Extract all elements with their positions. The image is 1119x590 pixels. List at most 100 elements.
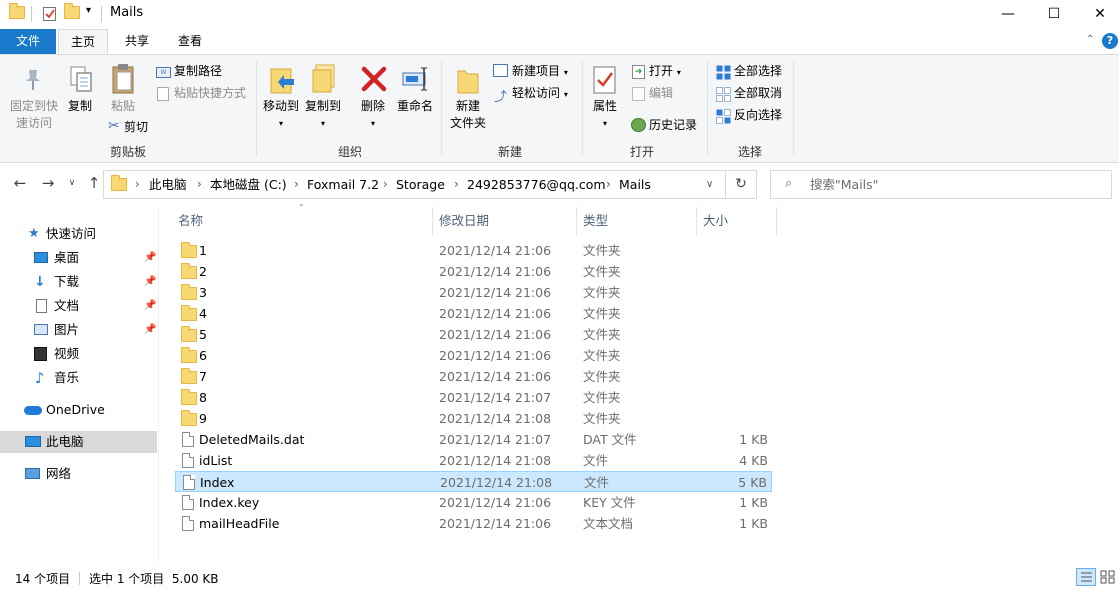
details-view-icon[interactable] (1076, 568, 1096, 586)
file-name: 5 (199, 327, 207, 342)
breadcrumb-chevron-icon[interactable]: › (294, 171, 299, 198)
pin-icon[interactable]: 📌 (144, 271, 156, 293)
new-folder-quick-icon[interactable] (64, 3, 80, 22)
nav-documents[interactable]: 文档 📌 (0, 295, 157, 317)
refresh-button[interactable]: ↻ (726, 170, 757, 199)
copy-to-button[interactable]: 复制到 ▾ (304, 98, 342, 132)
pin-icon[interactable]: 📌 (144, 319, 156, 341)
column-header-size[interactable]: 大小 (703, 212, 728, 232)
column-header-name[interactable]: 名称 (178, 212, 203, 232)
file-row[interactable]: DeletedMails.dat 2021/12/14 21:07 DAT 文件 1 … (175, 429, 772, 450)
pin-icon[interactable]: 📌 (144, 295, 156, 317)
easy-access-button[interactable]: 轻松访问 ▾ (512, 84, 568, 102)
nav-videos[interactable]: 视频 (0, 343, 157, 365)
breadcrumb-local-disk[interactable]: 本地磁盘 (C:) (210, 171, 287, 198)
address-dropdown-chevron-icon[interactable]: ∨ (706, 171, 713, 198)
breadcrumb-this-pc[interactable]: 此电脑 (149, 171, 187, 198)
new-item-button[interactable]: 新建项目 ▾ (512, 62, 568, 80)
pin-quick-access-button[interactable]: 固定到快 速访问 (4, 98, 64, 132)
breadcrumb-chevron-icon[interactable]: › (197, 171, 202, 198)
nav-music[interactable]: ♪ 音乐 (0, 367, 157, 389)
invert-selection-button[interactable]: 反向选择 (734, 106, 782, 124)
back-arrow-icon[interactable]: ← (10, 174, 30, 192)
rename-button[interactable]: 重命名 (395, 98, 435, 115)
select-none-button[interactable]: 全部取消 (734, 84, 782, 102)
collapse-ribbon-icon[interactable]: ⌃ (1086, 34, 1094, 45)
column-divider[interactable] (696, 207, 697, 235)
file-row[interactable]: 3 2021/12/14 21:06 文件夹 (175, 282, 772, 303)
nav-pictures[interactable]: 图片 📌 (0, 319, 157, 341)
nav-this-pc[interactable]: 此电脑 (0, 431, 157, 453)
new-group-label: 新建 (497, 145, 522, 159)
large-icons-view-icon[interactable] (1099, 568, 1117, 586)
copy-icon (68, 65, 94, 98)
nav-desktop[interactable]: 桌面 📌 (0, 247, 157, 269)
file-row[interactable]: Index.key 2021/12/14 21:06 KEY 文件 1 KB (175, 492, 772, 513)
nav-quick-access[interactable]: ★ 快速访问 (0, 223, 157, 245)
column-header-date[interactable]: 修改日期 (439, 212, 489, 232)
new-item-icon (493, 64, 508, 77)
move-to-button[interactable]: 移动到 ▾ (262, 98, 300, 132)
file-row[interactable]: idList 2021/12/14 21:08 文件 4 KB (175, 450, 772, 471)
breadcrumb-account[interactable]: 2492853776@qq.com (467, 171, 606, 198)
column-header-type[interactable]: 类型 (583, 212, 608, 232)
address-box[interactable]: › 此电脑 › 本地磁盘 (C:) › Foxmail 7.2 › Storag… (103, 170, 726, 199)
breadcrumb-storage[interactable]: Storage (396, 171, 445, 198)
file-row[interactable]: 5 2021/12/14 21:06 文件夹 (175, 324, 772, 345)
forward-arrow-icon[interactable]: → (38, 174, 58, 192)
column-divider[interactable] (432, 207, 433, 235)
file-row[interactable]: mailHeadFile 2021/12/14 21:06 文本文档 1 KB (175, 513, 772, 534)
file-row[interactable]: 7 2021/12/14 21:06 文件夹 (175, 366, 772, 387)
file-row[interactable]: 2 2021/12/14 21:06 文件夹 (175, 261, 772, 282)
close-button[interactable]: ✕ (1077, 0, 1119, 28)
edit-button[interactable]: 编辑 (649, 84, 673, 102)
file-size: 4 KB (739, 453, 768, 468)
tab-view[interactable]: 查看 (165, 29, 215, 54)
minimize-button[interactable]: — (985, 0, 1031, 28)
music-note-icon: ♪ (35, 369, 45, 387)
history-button[interactable]: 历史记录 (649, 116, 697, 134)
tab-home[interactable]: 主页 (58, 29, 108, 54)
file-row[interactable]: 8 2021/12/14 21:07 文件夹 (175, 387, 772, 408)
file-row[interactable]: 1 2021/12/14 21:06 文件夹 (175, 240, 772, 261)
up-arrow-icon[interactable]: ↑ (84, 174, 104, 192)
breadcrumb-chevron-icon[interactable]: › (383, 171, 388, 198)
breadcrumb-foxmail[interactable]: Foxmail 7.2 (307, 171, 379, 198)
paste-button[interactable]: 粘贴 (106, 98, 140, 115)
help-icon[interactable]: ? (1102, 33, 1118, 49)
cloud-icon (24, 406, 42, 415)
search-input[interactable]: 搜索"Mails" (810, 171, 878, 198)
file-row[interactable]: Index 2021/12/14 21:08 文件 5 KB (175, 471, 772, 492)
breadcrumb-chevron-icon[interactable]: › (606, 171, 611, 198)
file-date: 2021/12/14 21:07 (439, 432, 552, 447)
select-all-button[interactable]: 全部选择 (734, 62, 782, 80)
pin-icon[interactable]: 📌 (144, 247, 156, 269)
properties-quick-icon[interactable] (42, 6, 58, 22)
breadcrumb-chevron-icon[interactable]: › (135, 171, 140, 198)
column-divider[interactable] (776, 207, 777, 235)
open-button[interactable]: 打开 ▾ (649, 62, 681, 80)
history-icon (631, 118, 646, 132)
customize-quick-access-icon[interactable]: ▾ (86, 5, 91, 16)
copy-button[interactable]: 复制 (64, 98, 96, 115)
cut-button[interactable]: 剪切 (124, 118, 148, 136)
search-box[interactable]: ⌕ 搜索"Mails" (770, 170, 1112, 199)
file-row[interactable]: 4 2021/12/14 21:06 文件夹 (175, 303, 772, 324)
nav-onedrive[interactable]: OneDrive (0, 399, 157, 421)
maximize-button[interactable]: ☐ (1031, 0, 1077, 28)
tab-share[interactable]: 共享 (112, 29, 162, 54)
properties-button[interactable]: 属性 ▾ (588, 98, 622, 132)
recent-locations-chevron-icon[interactable]: ∨ (62, 178, 82, 188)
paste-shortcut-button[interactable]: 粘贴快捷方式 (174, 84, 246, 102)
file-row[interactable]: 9 2021/12/14 21:08 文件夹 (175, 408, 772, 429)
column-divider[interactable] (576, 207, 577, 235)
delete-button[interactable]: 删除 ▾ (357, 98, 389, 132)
nav-network[interactable]: 网络 (0, 463, 157, 485)
copy-path-button[interactable]: 复制路径 (174, 62, 222, 80)
new-folder-button[interactable]: 新建 文件夹 (447, 98, 489, 132)
file-row[interactable]: 6 2021/12/14 21:06 文件夹 (175, 345, 772, 366)
breadcrumb-mails[interactable]: Mails (619, 171, 651, 198)
tab-file[interactable]: 文件 (0, 29, 56, 54)
nav-downloads[interactable]: ↓ 下载 📌 (0, 271, 157, 293)
breadcrumb-chevron-icon[interactable]: › (454, 171, 459, 198)
